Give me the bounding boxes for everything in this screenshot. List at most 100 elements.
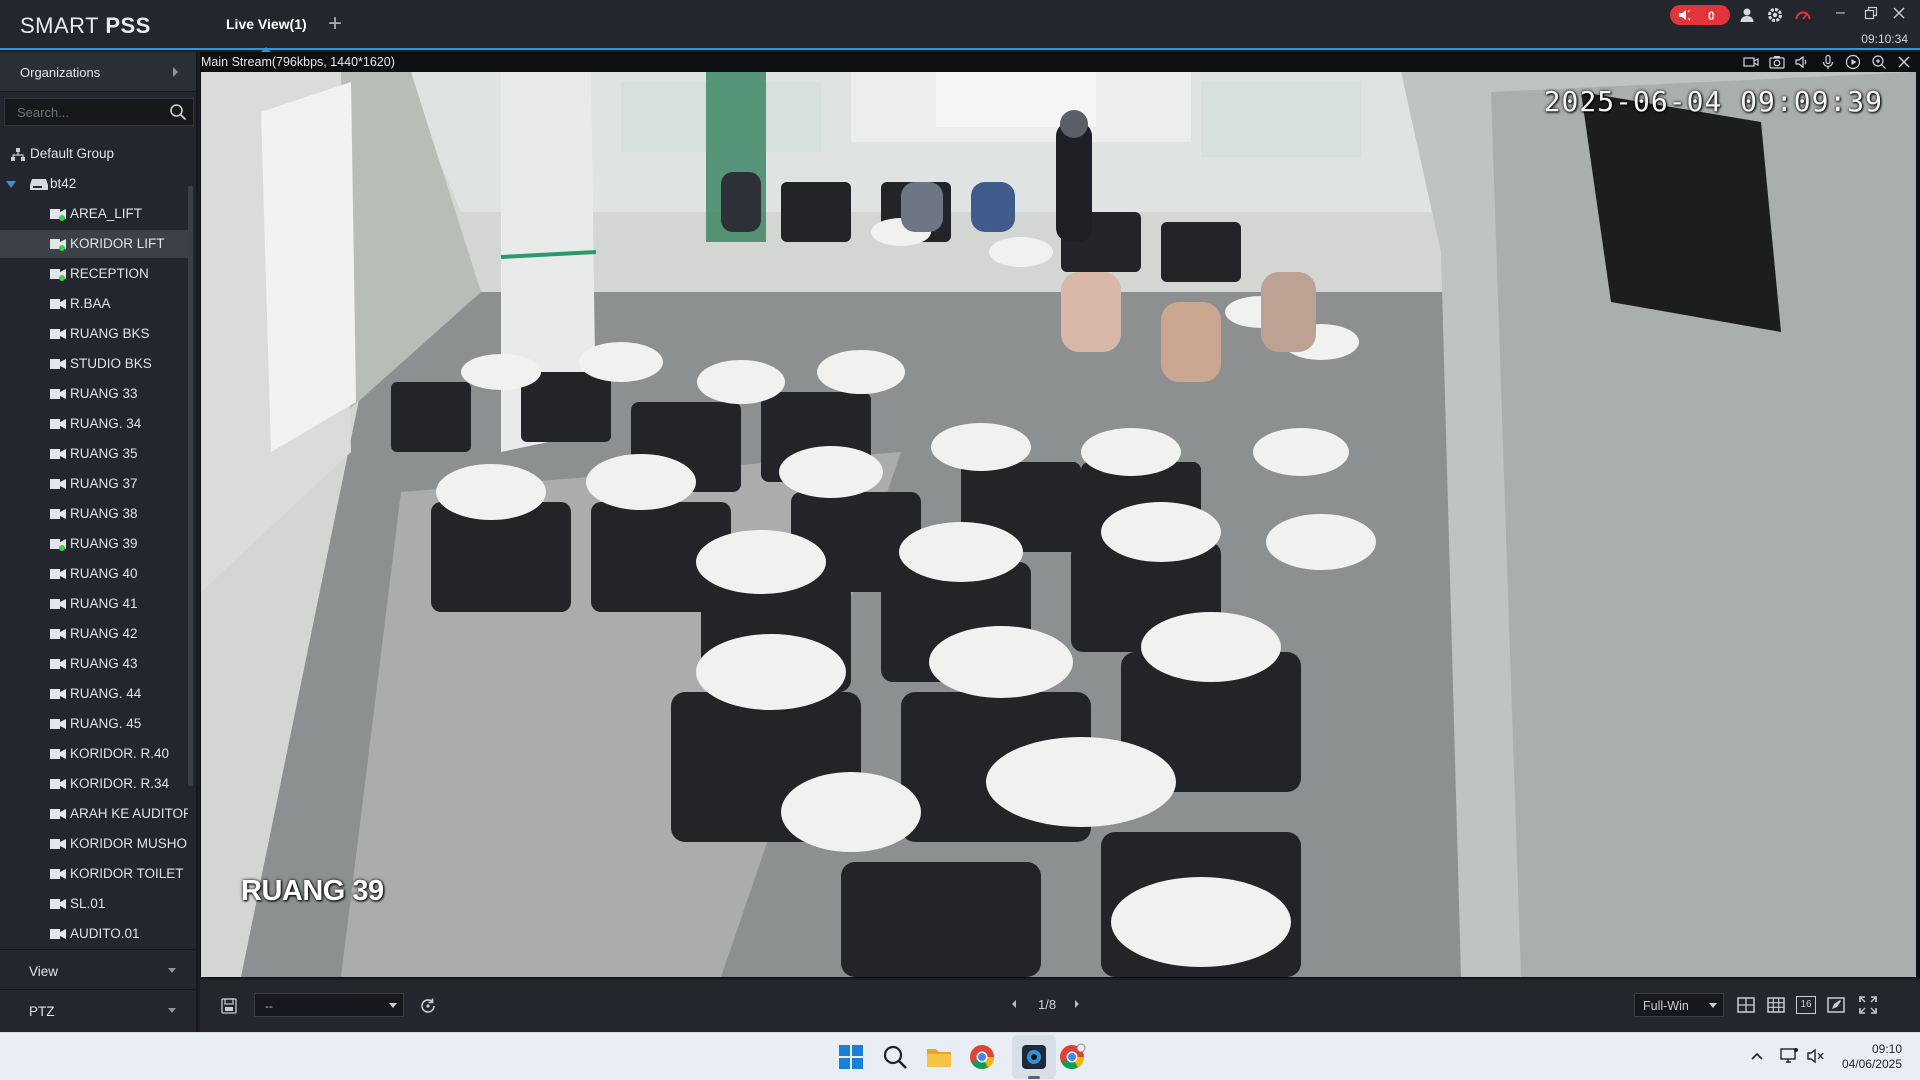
organizations-header[interactable]: Organizations [0, 52, 196, 92]
page-indicator: 1/8 [1038, 997, 1057, 1012]
search-input[interactable] [5, 99, 165, 125]
gear-icon[interactable] [1766, 6, 1784, 24]
camera-icon [50, 329, 66, 339]
channel-item[interactable]: RUANG 43 [0, 650, 188, 678]
snapshot-icon[interactable] [1769, 54, 1785, 70]
channel-item[interactable]: KORIDOR. R.34 [0, 770, 188, 798]
channel-item[interactable]: RUANG 33 [0, 380, 188, 408]
view-panel-header[interactable]: View [0, 949, 196, 989]
restore-button[interactable] [1862, 4, 1880, 22]
channel-item[interactable]: KORIDOR TOILET [0, 860, 188, 888]
tree-device-bt42[interactable]: bt42 [0, 170, 188, 198]
channel-item[interactable]: RUANG 37 [0, 470, 188, 498]
live-view-controls: -- 1/8 Full-Win 16 [200, 980, 1920, 1032]
channel-item[interactable]: RUANG 41 [0, 590, 188, 618]
tree-group-default[interactable]: Default Group [0, 140, 188, 168]
title-bar: SMART PSS Live View(1) + 0 – 09:10:34 [0, 0, 1920, 52]
refresh-icon[interactable] [418, 996, 438, 1016]
tray-time: 09:10 [1871, 1042, 1902, 1056]
online-status-dot [59, 275, 65, 281]
search-icon[interactable] [169, 103, 187, 121]
channel-label: RUANG 37 [70, 476, 138, 491]
taskbar-search-icon[interactable] [881, 1043, 909, 1071]
channel-item[interactable]: RUANG 38 [0, 500, 188, 528]
record-icon[interactable] [1845, 54, 1861, 70]
channel-item[interactable]: KORIDOR LIFT [0, 230, 188, 258]
audio-icon[interactable] [1794, 54, 1810, 70]
network-monitor-icon[interactable] [1780, 1047, 1800, 1065]
channel-item[interactable]: RUANG. 45 [0, 710, 188, 738]
channel-item[interactable]: RUANG BKS [0, 320, 188, 348]
camera-icon [50, 779, 66, 789]
layout-9-split-icon[interactable] [1766, 995, 1786, 1015]
zoom-icon[interactable] [1871, 54, 1887, 70]
channel-label: KORIDOR LIFT [70, 236, 165, 251]
performance-gauge-icon[interactable] [1794, 6, 1812, 24]
channel-label: KORIDOR TOILET [70, 866, 184, 881]
group-label: Default Group [30, 146, 115, 161]
stream-switch-icon[interactable] [1743, 54, 1759, 70]
layout-4-split-icon[interactable] [1736, 995, 1756, 1015]
nvr-device-icon [30, 179, 48, 190]
device-label: bt42 [50, 176, 77, 191]
page-prev-button[interactable] [1012, 1000, 1016, 1008]
user-icon[interactable] [1738, 6, 1756, 24]
close-video-icon[interactable] [1896, 54, 1912, 70]
channel-item[interactable]: RUANG 40 [0, 560, 188, 588]
device-tree: Default Group bt42 AREA_LIFT KORIDOR LIFT… [0, 132, 196, 982]
alarm-count: 0 [1708, 9, 1715, 23]
channel-item[interactable]: AREA_LIFT [0, 200, 188, 228]
channel-item[interactable]: RUANG. 34 [0, 410, 188, 438]
windows-start-icon[interactable] [837, 1043, 865, 1071]
channel-label: RUANG 38 [70, 506, 138, 521]
volume-muted-icon[interactable] [1806, 1047, 1826, 1065]
custom-layout-icon[interactable] [1826, 995, 1846, 1015]
logo-text: SMART [20, 13, 106, 38]
chrome-icon[interactable] [968, 1043, 996, 1071]
file-explorer-icon[interactable] [925, 1043, 953, 1071]
channel-label: RUANG 40 [70, 566, 138, 581]
channel-item[interactable]: RUANG 35 [0, 440, 188, 468]
online-status-dot [59, 545, 65, 551]
online-status-dot [59, 215, 65, 221]
tab-live-view[interactable]: Live View(1) [212, 0, 321, 52]
live-view-window[interactable]: Main Stream(796kbps, 1440*1620) 2025-06-… [200, 52, 1920, 978]
layout-16-split-button[interactable]: 16 [1796, 996, 1816, 1014]
channel-label: AREA_LIFT [70, 206, 143, 221]
expand-arrow-icon[interactable] [6, 181, 16, 189]
channel-item[interactable]: RUANG 42 [0, 620, 188, 648]
add-tab-button[interactable]: + [328, 12, 342, 36]
talk-microphone-icon[interactable] [1820, 54, 1836, 70]
fullscreen-icon[interactable] [1858, 995, 1878, 1015]
close-button[interactable] [1890, 4, 1908, 22]
channel-item[interactable]: SL.01 [0, 890, 188, 918]
channel-item[interactable]: AUDITO.01 [0, 920, 188, 948]
view-select[interactable]: -- [254, 993, 404, 1017]
channel-item[interactable]: RUANG 39 [0, 530, 188, 558]
channel-item[interactable]: KORIDOR MUSHOLA [0, 830, 188, 858]
channel-item[interactable]: RECEPTION [0, 260, 188, 288]
camera-icon [50, 509, 66, 519]
channel-label: RUANG. 45 [70, 716, 142, 731]
ptz-panel-header[interactable]: PTZ [0, 989, 196, 1031]
window-mode-value: Full-Win [1643, 999, 1689, 1013]
channel-item[interactable]: R.BAA [0, 290, 188, 318]
camera-feed[interactable]: 2025-06-04 09:09:39 RUANG 39 [201, 72, 1916, 977]
alarm-button[interactable]: 0 [1670, 5, 1730, 25]
page-next-button[interactable] [1075, 1000, 1079, 1008]
channel-item[interactable]: RUANG. 44 [0, 680, 188, 708]
minimize-button[interactable]: – [1836, 4, 1854, 22]
chrome-profile-icon[interactable] [1058, 1043, 1086, 1071]
channel-label: RECEPTION [70, 266, 149, 281]
camera-icon [50, 839, 66, 849]
save-view-icon[interactable] [220, 997, 238, 1015]
tree-scrollbar[interactable] [188, 186, 193, 786]
tray-clock[interactable]: 09:10 04/06/2025 [1842, 1042, 1902, 1072]
camera-icon [50, 809, 66, 819]
channel-item[interactable]: KORIDOR. R.40 [0, 740, 188, 768]
channel-item[interactable]: ARAH KE AUDITORIUM [0, 800, 188, 828]
channel-item[interactable]: STUDIO BKS [0, 350, 188, 378]
smart-pss-taskbar-icon[interactable] [1020, 1043, 1048, 1071]
tray-chevron-up-icon[interactable] [1750, 1051, 1764, 1061]
window-mode-select[interactable]: Full-Win [1634, 993, 1724, 1017]
